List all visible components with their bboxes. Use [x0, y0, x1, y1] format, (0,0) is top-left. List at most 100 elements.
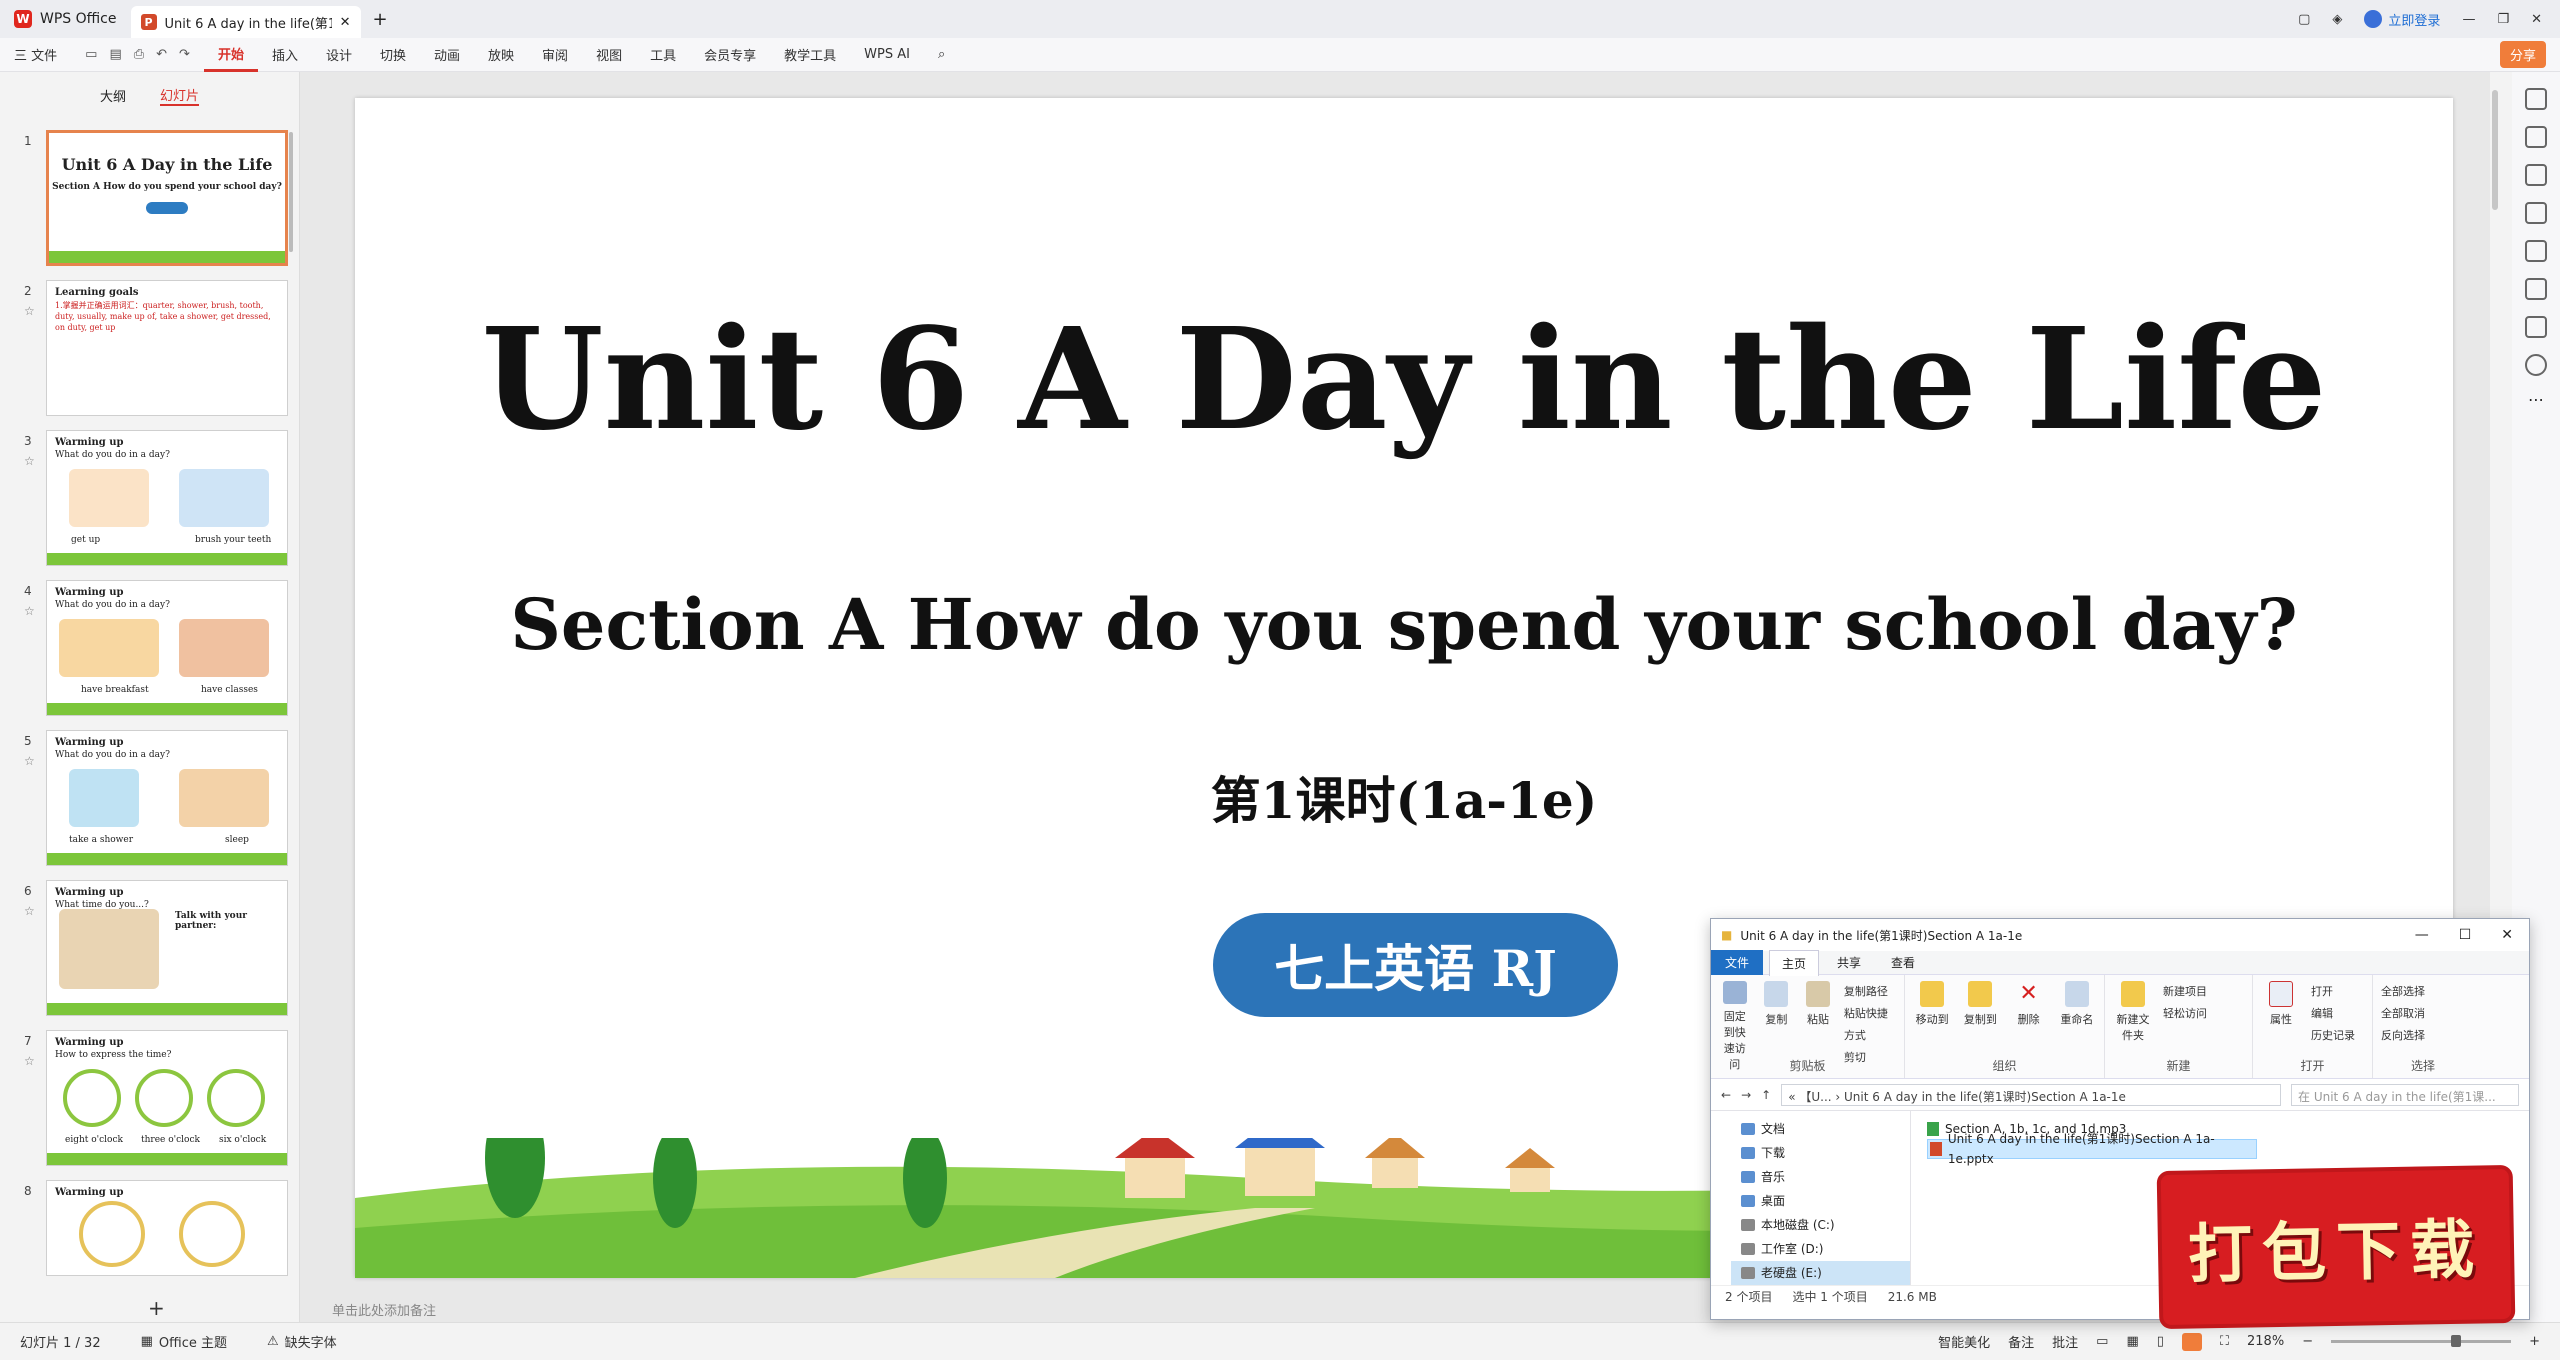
slide-thumbnail-1[interactable]: Unit 6 A Day in the Life Section A How d… [46, 130, 288, 266]
tab-insert[interactable]: 插入 [258, 38, 312, 72]
tab-home[interactable]: 开始 [203, 38, 258, 72]
nav-item-drive-c[interactable]: 本地磁盘 (C:) [1741, 1213, 1910, 1237]
slide-thumbnail-3[interactable]: Warming up What do you do in a day? get … [46, 430, 288, 566]
tools-icon[interactable] [2525, 240, 2547, 262]
zoom-level[interactable]: 218% [2247, 1334, 2284, 1349]
tab-teaching-tools[interactable]: 教学工具 [770, 38, 850, 72]
nav-item-drive-d[interactable]: 工作室 (D:) [1741, 1237, 1910, 1261]
file-row-selected[interactable]: Unit 6 A day in the life(第1课时)Section A … [1927, 1132, 2257, 1166]
star-icon[interactable]: ☆ [24, 754, 35, 768]
share-button[interactable]: 分享 [2499, 41, 2546, 68]
normal-view-icon[interactable]: ▭ [2096, 1334, 2108, 1349]
address-bar[interactable]: « 【U... › Unit 6 A day in the life(第1课时)… [1781, 1083, 2281, 1106]
play-button[interactable] [2181, 1332, 2202, 1351]
minimize-icon[interactable]: — [2415, 927, 2429, 943]
tab-slideshow[interactable]: 放映 [474, 38, 528, 72]
wps-home-tab[interactable]: W WPS Office [0, 0, 131, 38]
add-slide-button[interactable]: + [148, 1296, 165, 1320]
tab-review[interactable]: 审阅 [528, 38, 582, 72]
history-button[interactable]: 历史记录 [2311, 1025, 2355, 1047]
tab-member[interactable]: 会员专享 [690, 38, 770, 72]
close-icon[interactable]: ✕ [340, 15, 351, 30]
nav-item-desktop[interactable]: 桌面 [1741, 1189, 1910, 1213]
beautify-button[interactable]: 智能美化 [1938, 1332, 1990, 1351]
properties-icon[interactable] [2525, 88, 2547, 110]
new-item-button[interactable]: 新建项目 [2163, 981, 2207, 1003]
star-icon[interactable]: ☆ [24, 304, 35, 318]
fit-icon[interactable]: ⛶ [2220, 1334, 2229, 1349]
star-icon[interactable]: ☆ [24, 604, 35, 618]
up-icon[interactable]: ↑ [1761, 1088, 1771, 1102]
new-tab-button[interactable]: + [361, 9, 400, 30]
zoom-in-icon[interactable]: + [2529, 1334, 2540, 1349]
animation-icon[interactable] [2525, 202, 2547, 224]
copy-path-button[interactable]: 复制路径 [1844, 981, 1896, 1003]
layout-icon[interactable]: ▢ [2298, 12, 2310, 27]
help-icon[interactable] [2525, 354, 2547, 376]
favorite-icon[interactable] [2525, 126, 2547, 148]
pdf-icon[interactable]: ▤ [109, 47, 121, 62]
zoom-out-icon[interactable]: − [2302, 1334, 2313, 1349]
zoom-slider[interactable] [2331, 1335, 2512, 1347]
redo-icon[interactable]: ↷ [179, 47, 190, 62]
forward-icon[interactable]: → [1741, 1088, 1751, 1102]
slide-thumbnail-6[interactable]: Warming up What time do you...? Talk wit… [46, 880, 288, 1016]
star-icon[interactable]: ☆ [24, 904, 35, 918]
explorer-search-input[interactable]: 在 Unit 6 A day in the life(第1课... [2291, 1083, 2519, 1106]
nav-item-documents[interactable]: 文档 [1741, 1117, 1910, 1141]
minimize-icon[interactable]: — [2462, 12, 2475, 27]
star-icon[interactable]: ☆ [24, 454, 35, 468]
slide-thumbnail-4[interactable]: Warming up What do you do in a day? have… [46, 580, 288, 716]
slide-thumbnail-8[interactable]: Warming up [46, 1180, 288, 1276]
select-none-button[interactable]: 全部取消 [2381, 1003, 2425, 1025]
login-button[interactable]: 立即登录 [2364, 10, 2440, 29]
restore-icon[interactable]: ❐ [2497, 12, 2509, 27]
slide-title[interactable]: Unit 6 A Day in the Life [355, 298, 2453, 462]
slide-thumbnail-2[interactable]: Learning goals 1.掌握并正确运用词汇：quarter, show… [46, 280, 288, 416]
canvas-scrollbar[interactable] [2492, 90, 2498, 210]
invert-selection-button[interactable]: 反向选择 [2381, 1025, 2425, 1047]
back-icon[interactable]: ← [1721, 1088, 1731, 1102]
wps-ai-button[interactable]: WPS AI [850, 38, 924, 72]
edit-button[interactable]: 编辑 [2311, 1003, 2355, 1025]
reading-view-icon[interactable]: ▯ [2157, 1334, 2164, 1349]
close-icon[interactable]: ✕ [2501, 927, 2513, 943]
notes-button[interactable]: 备注 [2008, 1332, 2034, 1351]
save-icon[interactable]: ▭ [85, 47, 97, 62]
missing-font-button[interactable]: ⚠ 缺失字体 [247, 1332, 357, 1351]
slide-period[interactable]: 第1课时(1a-1e) [355, 761, 2453, 833]
grade-pill[interactable]: 七上英语 RJ [1213, 913, 1618, 1017]
tab-slides[interactable]: 幻灯片 [160, 85, 200, 106]
undo-icon[interactable]: ↶ [156, 47, 167, 62]
menu-view[interactable]: 查看 [1879, 950, 1927, 975]
slide-thumbnail-5[interactable]: Warming up What do you do in a day? take… [46, 730, 288, 866]
tab-transition[interactable]: 切换 [366, 38, 420, 72]
nav-item-drive-e[interactable]: 老硬盘 (E:) [1731, 1261, 1910, 1285]
slide-thumbnail-7[interactable]: Warming up How to express the time? eigh… [46, 1030, 288, 1166]
zoom-knob[interactable] [2451, 1335, 2462, 1347]
open-button[interactable]: 打开 [2311, 981, 2355, 1003]
comment-button[interactable]: 批注 [2052, 1332, 2078, 1351]
tab-tools[interactable]: 工具 [636, 38, 690, 72]
tab-animation[interactable]: 动画 [420, 38, 474, 72]
backup-icon[interactable] [2525, 278, 2547, 300]
tab-view[interactable]: 视图 [582, 38, 636, 72]
select-all-button[interactable]: 全部选择 [2381, 981, 2425, 1003]
menu-share[interactable]: 共享 [1825, 950, 1873, 975]
search-icon[interactable]: ⌕ [924, 38, 959, 72]
tab-design[interactable]: 设计 [312, 38, 366, 72]
nav-item-music[interactable]: 音乐 [1741, 1165, 1910, 1189]
cube-icon[interactable]: ◈ [2332, 12, 2342, 27]
share-icon[interactable] [2525, 316, 2547, 338]
menu-file[interactable]: 文件 [1711, 950, 1764, 975]
star-icon[interactable]: ☆ [24, 1054, 35, 1068]
nav-item-downloads[interactable]: 下载 [1741, 1141, 1910, 1165]
slide-subtitle[interactable]: Section A How do you spend your school d… [355, 583, 2453, 666]
download-banner[interactable]: 打包下载 [2160, 1168, 2512, 1326]
template-icon[interactable] [2525, 164, 2547, 186]
more-icon[interactable]: ⋯ [2512, 390, 2560, 409]
file-menu[interactable]: 三 文件 [0, 38, 71, 72]
maximize-icon[interactable]: ☐ [2459, 927, 2472, 943]
document-tab[interactable]: P Unit 6 A day in the life(第1课 ✕ [130, 6, 361, 38]
grid-view-icon[interactable]: ▦ [2126, 1334, 2138, 1349]
